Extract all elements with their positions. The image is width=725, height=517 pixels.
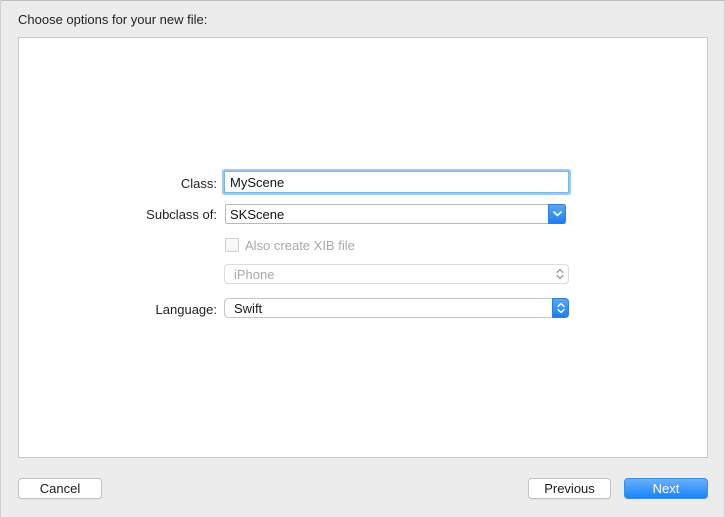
language-popup-arrows[interactable] [552,298,569,318]
device-popup[interactable]: iPhone [224,264,569,284]
language-label: Language: [155,302,217,317]
up-down-chevron-icon [556,268,564,280]
previous-button[interactable]: Previous [528,478,611,499]
chevron-down-icon [552,211,562,217]
xib-checkbox-row[interactable]: Also create XIB file [225,237,355,253]
subclass-label: Subclass of: [146,207,217,222]
device-value: iPhone [234,267,275,282]
window-top-edge [0,0,725,1]
cancel-button[interactable]: Cancel [18,478,102,499]
language-value: Swift [234,301,263,316]
class-field[interactable] [224,171,569,193]
up-down-chevron-icon [556,302,565,314]
class-label: Class: [180,176,217,191]
subclass-combo-box[interactable]: SKScene [225,204,566,224]
xib-checkbox[interactable] [225,238,239,252]
device-popup-arrows [552,264,568,284]
language-popup[interactable]: Swift [224,298,569,318]
next-button[interactable]: Next [624,478,708,499]
subclass-dropdown-button[interactable] [548,204,566,224]
subclass-value[interactable]: SKScene [230,207,284,222]
sheet-title: Choose options for your new file: [18,12,208,27]
window-left-edge [0,0,1,517]
class-input[interactable] [225,172,560,192]
xib-checkbox-label: Also create XIB file [245,237,355,253]
options-panel [18,37,708,458]
